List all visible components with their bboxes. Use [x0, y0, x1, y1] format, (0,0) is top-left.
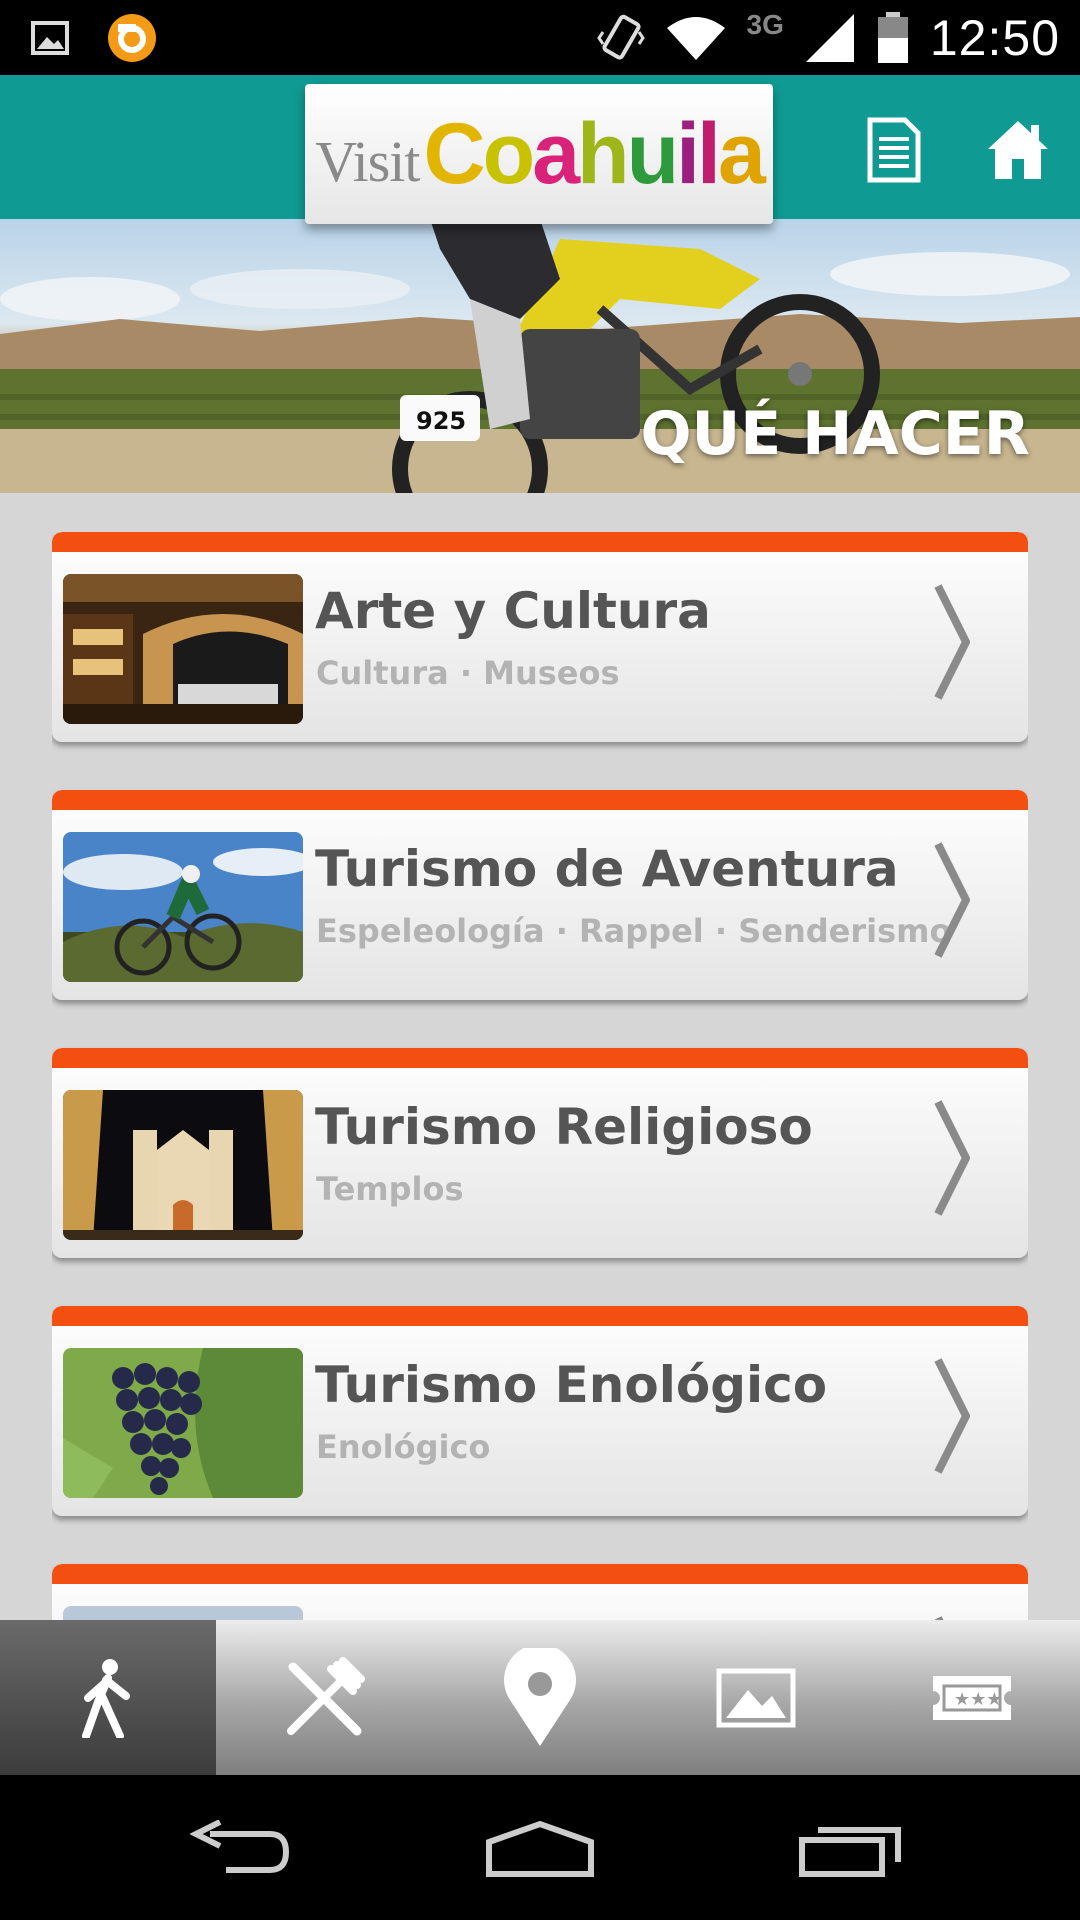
card-accent-bar [52, 532, 1028, 552]
home-nav-button[interactable] [480, 1805, 600, 1895]
home-icon [988, 121, 1048, 179]
image-notification-icon [31, 20, 69, 55]
partial-image [63, 1606, 303, 1620]
svg-text:925: 925 [416, 407, 466, 435]
document-button[interactable] [858, 110, 930, 190]
status-bar: 3G 12:50 [0, 0, 1080, 75]
recents-icon [799, 1827, 901, 1877]
card-accent-bar [52, 1306, 1028, 1326]
network-type: 3G [746, 8, 784, 40]
category-subtitle: Enológico [316, 1428, 491, 1466]
fork-knife-icon [287, 1656, 365, 1735]
home-button[interactable] [982, 110, 1054, 190]
chevron-right-icon [934, 842, 970, 958]
category-title: Turismo Religioso [315, 1098, 813, 1156]
theater-image [63, 574, 303, 724]
tab-map[interactable] [432, 1620, 648, 1775]
vibrate-icon [596, 14, 645, 59]
tab-restaurants[interactable] [216, 1620, 432, 1775]
walking-icon [82, 1658, 130, 1738]
category-card-turismo-enologico[interactable]: Turismo Enológico Enológico [52, 1306, 1028, 1516]
home-nav-icon [486, 1820, 594, 1877]
hero-banner: 925 QUÉ HACER [0, 219, 1080, 493]
card-accent-bar [52, 790, 1028, 810]
visit-coahuila-logo[interactable]: Visit Coahuila [305, 84, 773, 224]
card-accent-bar [52, 1048, 1028, 1068]
category-card-turismo-religioso[interactable]: Turismo Religioso Templos [52, 1048, 1028, 1258]
ticket-icon: ★★★ [933, 1675, 1011, 1720]
category-subtitle: Espeleología · Rappel · Senderismo [316, 912, 952, 950]
chevron-right-icon [934, 1100, 970, 1216]
map-pin-icon [504, 1647, 576, 1746]
category-card-turismo-aventura[interactable]: Turismo de Aventura Espeleología · Rappe… [52, 790, 1028, 1000]
clock: 12:50 [929, 9, 1060, 66]
section-title: QUÉ HACER [640, 399, 1030, 469]
logo-visit-text: Visit [315, 128, 420, 194]
category-subtitle: Templos [316, 1170, 464, 1208]
category-title: Arte y Cultura [315, 582, 711, 640]
cyclist-image [63, 832, 303, 982]
tab-gallery[interactable] [648, 1620, 864, 1775]
back-button[interactable] [180, 1805, 300, 1895]
svg-text:★★★: ★★★ [954, 1689, 1002, 1710]
gallery-icon [716, 1668, 796, 1727]
recents-button[interactable] [790, 1805, 910, 1895]
battery-icon [877, 11, 908, 63]
category-subtitle: Cultura · Museos [316, 654, 620, 692]
bottom-tab-bar: ★★★ [0, 1620, 1080, 1775]
category-title: Turismo de Aventura [315, 840, 899, 898]
category-list[interactable]: Arte y Cultura Cultura · Museos Turismo … [52, 532, 1028, 1620]
category-card-partial[interactable] [52, 1564, 1028, 1620]
chevron-right-icon [934, 584, 970, 700]
church-image [63, 1090, 303, 1240]
system-navigation-bar [0, 1775, 1080, 1920]
wifi-icon [666, 16, 725, 60]
signal-icon [805, 13, 854, 62]
tab-tickets[interactable]: ★★★ [864, 1620, 1080, 1775]
chevron-right-icon [934, 1358, 970, 1474]
card-accent-bar [52, 1564, 1028, 1584]
document-icon [867, 117, 921, 183]
logo-brand-text: Coahuila [423, 105, 766, 202]
app-notification-icon [108, 13, 156, 62]
category-title: Turismo Enológico [315, 1356, 828, 1414]
category-card-arte-cultura[interactable]: Arte y Cultura Cultura · Museos [52, 532, 1028, 742]
tab-que-hacer[interactable] [0, 1620, 216, 1775]
back-icon [190, 1820, 290, 1873]
grapes-image [63, 1348, 303, 1498]
